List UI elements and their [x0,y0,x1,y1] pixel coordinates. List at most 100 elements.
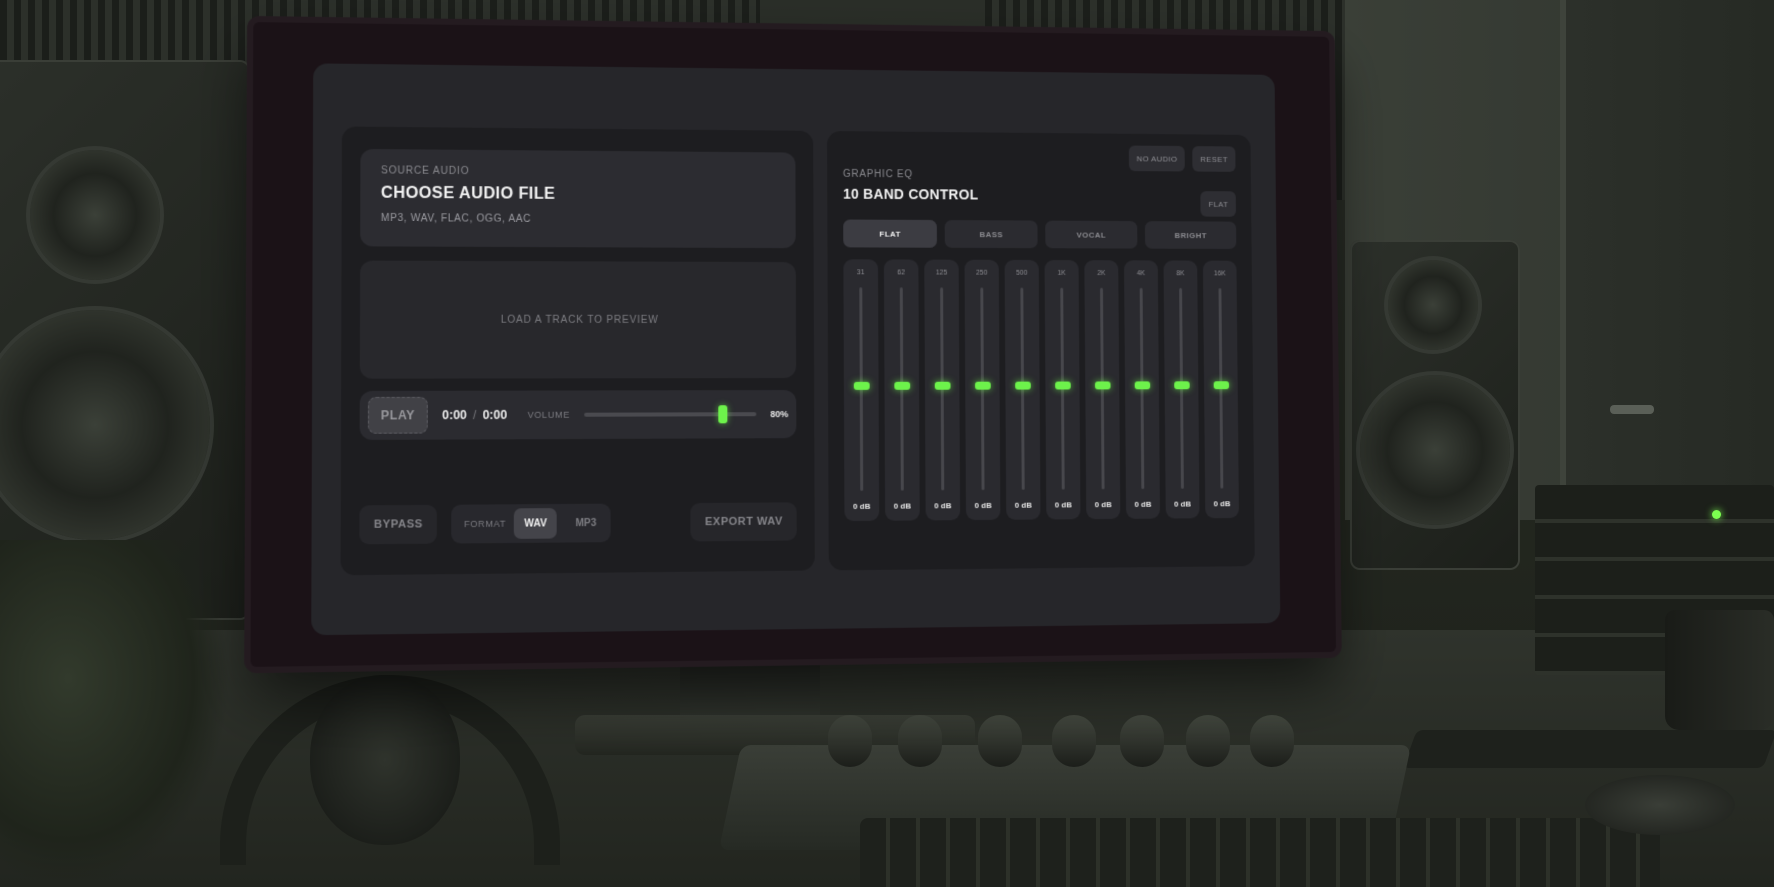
format-selector: FORMAT WAV MP3 [451,503,611,544]
band-frequency-label: 125 [935,269,948,277]
band-frequency-label: 31 [856,269,865,277]
band-frequency-label: 4K [1136,270,1146,278]
eq-band: 62 0 dB [883,259,920,521]
controller-knob [1052,715,1096,767]
controller-knob [1186,715,1230,767]
studio-monitor-speaker-right [1350,240,1520,570]
play-button[interactable]: PLAY [367,396,428,434]
controller-knob [898,715,942,767]
preset-bright[interactable]: BRIGHT [1144,221,1237,250]
eq-panel: NO AUDIO RESET GRAPHIC EQ 10 BAND CONTRO… [827,130,1255,571]
studio-scene: SOURCE AUDIO CHOOSE AUDIO FILE MP3, WAV,… [0,0,1774,887]
headphone-cup [310,675,460,845]
supported-formats: MP3, WAV, FLAC, OGG, AAC [380,212,532,225]
band-frequency-label: 16K [1213,270,1226,278]
band-frequency-label: 1K [1057,269,1066,277]
band-gain-value: 0 dB [1014,500,1032,510]
band-slider-thumb[interactable] [934,381,951,390]
eq-top-buttons: NO AUDIO RESET [1128,145,1236,172]
preset-bass[interactable]: BASS [944,220,1038,249]
format-option-wav[interactable]: WAV [514,508,558,539]
band-frequency-label: 2K [1097,270,1106,277]
computer-monitor: SOURCE AUDIO CHOOSE AUDIO FILE MP3, WAV,… [250,22,1337,667]
preview-placeholder: LOAD A TRACK TO PREVIEW [500,314,659,326]
rack-led-indicator [1712,510,1721,519]
controller-knob [1120,715,1164,767]
band-frequency-label: 500 [1016,269,1028,277]
controller-knob [978,715,1022,767]
door-handle [1610,405,1654,414]
band-gain-value: 0 dB [853,501,871,511]
volume-value: 80% [770,409,789,420]
band-slider-thumb[interactable] [893,381,910,390]
transport-bar: PLAY 0:00 / 0:00 VOLUME 80% [359,390,797,440]
eq-band: 2K 0 dB [1084,260,1121,520]
mug [1665,610,1774,730]
volume-slider-thumb[interactable] [718,405,728,424]
eq-band: 250 0 dB [964,259,1001,521]
reset-button[interactable]: RESET [1192,146,1236,172]
eq-band: 16K 0 dB [1202,260,1239,519]
eq-title: 10 BAND CONTROL [843,185,979,203]
eq-band: 1K 0 dB [1044,260,1081,520]
speaker-tweeter [1388,260,1478,350]
plant [0,540,230,887]
time-display: 0:00 / 0:00 [442,408,507,422]
volume-label: VOLUME [527,409,570,420]
band-slider-thumb[interactable] [1134,381,1150,390]
no-audio-indicator: NO AUDIO [1128,145,1186,172]
app-window: SOURCE AUDIO CHOOSE AUDIO FILE MP3, WAV,… [311,63,1281,636]
format-label: FORMAT [464,518,507,530]
speaker-tweeter [30,150,160,280]
keyboard [860,818,1660,887]
preset-flat[interactable]: FLAT [843,219,937,248]
preset-tabs: FLAT BASS VOCAL BRIGHT [843,219,1237,250]
eq-band: 4K 0 dB [1123,260,1161,519]
band-slider-thumb[interactable] [1173,381,1190,390]
export-button[interactable]: EXPORT WAV [690,502,797,542]
band-gain-value: 0 dB [1134,499,1152,509]
band-frequency-label: 62 [897,269,906,277]
band-frequency-label: 250 [975,269,988,277]
format-option-mp3[interactable]: MP3 [565,508,606,539]
speaker-woofer [0,310,210,540]
eq-band: 500 0 dB [1004,259,1041,520]
band-gain-value: 0 dB [1213,499,1231,509]
preset-vocal[interactable]: VOCAL [1045,220,1138,249]
band-gain-value: 0 dB [934,501,952,511]
speaker-woofer [1360,375,1510,525]
band-slider-thumb[interactable] [1054,381,1071,390]
band-gain-value: 0 dB [1054,500,1072,510]
volume-slider[interactable] [584,405,757,424]
total-time: 0:00 [482,407,508,423]
equalizer-app: SOURCE AUDIO CHOOSE AUDIO FILE MP3, WAV,… [340,126,1255,606]
file-picker[interactable]: SOURCE AUDIO CHOOSE AUDIO FILE MP3, WAV,… [360,148,796,249]
waveform-preview: LOAD A TRACK TO PREVIEW [359,260,797,379]
tablet [1403,730,1774,768]
band-slider-thumb[interactable] [1014,381,1031,390]
band-slider-thumb[interactable] [974,381,991,390]
action-row: BYPASS FORMAT WAV MP3 EXPORT WAV [359,502,797,545]
choose-file-title[interactable]: CHOOSE AUDIO FILE [381,185,776,206]
controller-knob [828,715,872,767]
door [1560,0,1774,500]
band-gain-value: 0 dB [1094,500,1112,510]
time-separator: / [472,407,477,423]
bypass-button[interactable]: BYPASS [359,504,438,545]
current-time: 0:00 [442,407,467,423]
headphones [210,655,590,865]
band-slider-thumb[interactable] [1213,381,1229,390]
source-panel: SOURCE AUDIO CHOOSE AUDIO FILE MP3, WAV,… [340,126,815,576]
band-gain-value: 0 dB [893,501,911,511]
mouse [1585,775,1735,835]
eq-band: 125 0 dB [924,259,961,521]
eq-bands: 31 0 dB 62 0 dB 125 0 dB 250 0 dB 500 0 dB 1K 0 dB 2… [843,259,1239,522]
source-eyebrow: SOURCE AUDIO [380,165,470,178]
band-slider-thumb[interactable] [853,381,870,390]
eq-band: 31 0 dB [843,259,880,522]
flat-badge-button[interactable]: FLAT [1200,191,1236,217]
band-gain-value: 0 dB [1174,499,1191,509]
eq-band: 8K 0 dB [1163,260,1200,519]
band-slider-thumb[interactable] [1094,381,1111,390]
band-gain-value: 0 dB [974,500,992,511]
